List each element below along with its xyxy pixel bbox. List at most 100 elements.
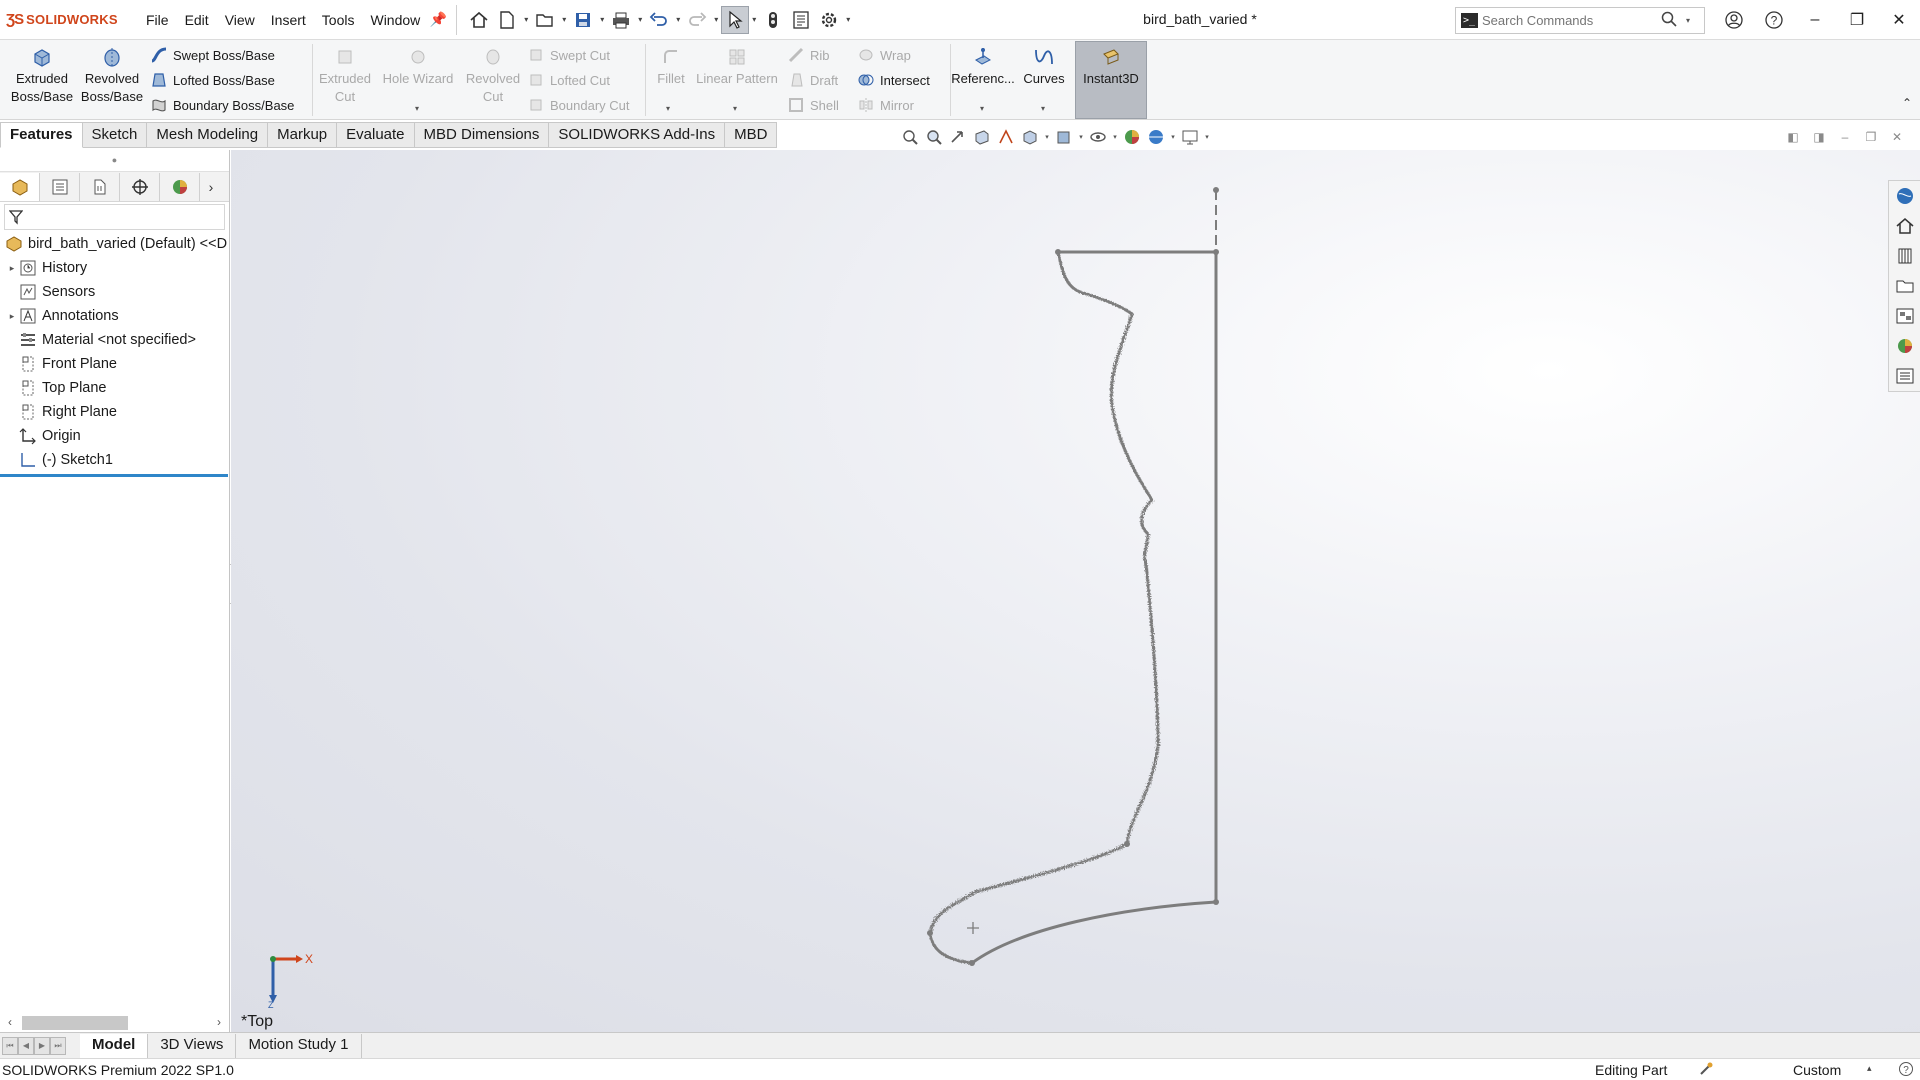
- tree-item-front-plane[interactable]: Front Plane: [0, 352, 229, 376]
- rib-button[interactable]: Rib: [785, 44, 830, 66]
- open-dropdown-icon[interactable]: ▾: [559, 15, 569, 24]
- user-account-icon[interactable]: [1714, 0, 1754, 40]
- swept-cut-button[interactable]: Swept Cut: [525, 44, 610, 66]
- sketch-point[interactable]: [969, 960, 975, 966]
- feature-manager-tab-icon[interactable]: [0, 172, 40, 201]
- viewport-restore-icon[interactable]: ❐: [1862, 128, 1880, 146]
- shell-button[interactable]: Shell: [785, 94, 839, 116]
- edit-appearance-icon[interactable]: [1120, 126, 1144, 148]
- units-dropdown-icon[interactable]: ▴: [1867, 1063, 1872, 1074]
- viewport-minimize-icon[interactable]: –: [1836, 128, 1854, 146]
- tree-rollback-bar[interactable]: [0, 474, 228, 477]
- sketch-point[interactable]: [1213, 899, 1219, 905]
- mirror-button[interactable]: Mirror: [855, 94, 914, 116]
- sketch-point[interactable]: [927, 930, 933, 936]
- tree-root-part[interactable]: bird_bath_varied (Default) <<D: [0, 232, 229, 256]
- apply-scene-icon[interactable]: [1144, 126, 1168, 148]
- hide-show-items-icon[interactable]: [1086, 126, 1110, 148]
- options-gear-icon[interactable]: [815, 6, 843, 34]
- menu-edit[interactable]: Edit: [177, 12, 217, 28]
- unit-system[interactable]: Custom: [1793, 1062, 1841, 1078]
- appearances-icon[interactable]: [1889, 331, 1920, 361]
- view-palette-icon[interactable]: [1889, 301, 1920, 331]
- options-dropdown-icon[interactable]: ▾: [843, 15, 853, 24]
- tab-mbd[interactable]: MBD: [725, 122, 778, 148]
- undo-dropdown-icon[interactable]: ▾: [673, 15, 683, 24]
- previous-view-icon[interactable]: [946, 126, 970, 148]
- expand-arrow-icon[interactable]: ▸: [6, 311, 18, 322]
- view-orientation-icon[interactable]: [1018, 126, 1042, 148]
- search-input[interactable]: [1482, 13, 1657, 28]
- menu-view[interactable]: View: [217, 12, 263, 28]
- search-dropdown-icon[interactable]: ▾: [1681, 16, 1695, 25]
- tab-mesh-modeling[interactable]: Mesh Modeling: [147, 122, 269, 148]
- property-manager-tab-icon[interactable]: [40, 172, 80, 201]
- tree-item-material[interactable]: Material <not specified>: [0, 328, 229, 352]
- custom-properties-icon[interactable]: [1889, 361, 1920, 391]
- zoom-to-fit-icon[interactable]: [898, 126, 922, 148]
- tree-item-annotations[interactable]: ▸ Annotations: [0, 304, 229, 328]
- lofted-boss-button[interactable]: Lofted Boss/Base: [148, 69, 275, 91]
- profile-straight-segments[interactable]: [971, 250, 1218, 965]
- search-icon[interactable]: [1657, 11, 1681, 30]
- undo-icon[interactable]: [645, 6, 673, 34]
- hole-wizard-dropdown-icon[interactable]: ▾: [415, 104, 419, 113]
- graphics-area[interactable]: X Z *Top: [231, 150, 1920, 1032]
- design-library-icon[interactable]: [1889, 241, 1920, 271]
- file-properties-icon[interactable]: [787, 6, 815, 34]
- file-explorer-icon[interactable]: [1889, 271, 1920, 301]
- tree-item-origin[interactable]: Origin: [0, 424, 229, 448]
- close-button[interactable]: ✕: [1878, 0, 1920, 40]
- boundary-boss-button[interactable]: Boundary Boss/Base: [148, 94, 294, 116]
- search-commands[interactable]: >_ ▾: [1455, 7, 1705, 34]
- tab-markup[interactable]: Markup: [268, 122, 338, 148]
- tab-solidworks-add-ins[interactable]: SOLIDWORKS Add-Ins: [549, 122, 726, 148]
- extruded-cut-button[interactable]: Extruded Cut: [313, 44, 377, 116]
- expand-arrow-icon[interactable]: ▸: [6, 263, 18, 274]
- open-folder-icon[interactable]: [531, 6, 559, 34]
- hide-show-dropdown-icon[interactable]: ▾: [1110, 133, 1120, 141]
- redo-dropdown-icon[interactable]: ▾: [711, 15, 721, 24]
- sketch-point[interactable]: [1124, 841, 1130, 847]
- viewport-tile-left-icon[interactable]: ◧: [1784, 128, 1802, 146]
- tab-evaluate[interactable]: Evaluate: [337, 122, 415, 148]
- tab-3d-views[interactable]: 3D Views: [148, 1033, 237, 1058]
- minimize-button[interactable]: –: [1794, 0, 1836, 40]
- revolved-cut-button[interactable]: Revolved Cut: [459, 44, 527, 116]
- viewport-close-icon[interactable]: ✕: [1888, 128, 1906, 146]
- print-icon[interactable]: [607, 6, 635, 34]
- linear-pattern-dropdown-icon[interactable]: ▾: [733, 104, 737, 113]
- scroll-track[interactable]: [20, 1014, 209, 1030]
- restore-button[interactable]: ❐: [1836, 0, 1878, 40]
- viewport-tile-right-icon[interactable]: ◨: [1810, 128, 1828, 146]
- tab-mbd-dimensions[interactable]: MBD Dimensions: [414, 122, 550, 148]
- tree-item-right-plane[interactable]: Right Plane: [0, 400, 229, 424]
- tree-horizontal-scrollbar[interactable]: ‹ ›: [0, 1012, 229, 1032]
- more-tabs-chevron-icon[interactable]: ›: [200, 179, 222, 195]
- display-manager-tab-icon[interactable]: [160, 172, 200, 201]
- pin-menu-icon[interactable]: 📌: [428, 11, 448, 28]
- quick-tips-icon[interactable]: ?: [1898, 1061, 1914, 1080]
- view-settings-dropdown-icon[interactable]: ▾: [1202, 133, 1212, 141]
- menu-tools[interactable]: Tools: [314, 12, 363, 28]
- tab-sketch[interactable]: Sketch: [82, 122, 148, 148]
- sketch1-profile[interactable]: [231, 150, 1920, 1032]
- reference-dropdown-icon[interactable]: ▾: [980, 104, 984, 113]
- solidworks-logo[interactable]: ƷS SOLIDWORKS: [0, 0, 138, 40]
- tree-item-sketch1[interactable]: (-) Sketch1: [0, 448, 229, 472]
- menu-window[interactable]: Window: [362, 12, 428, 28]
- select-dropdown-icon[interactable]: ▾: [749, 15, 759, 24]
- dimxpert-manager-tab-icon[interactable]: [120, 172, 160, 201]
- fillet-dropdown-icon[interactable]: ▾: [666, 104, 670, 113]
- new-dropdown-icon[interactable]: ▾: [521, 15, 531, 24]
- save-icon[interactable]: [569, 6, 597, 34]
- tab-features[interactable]: Features: [0, 122, 83, 148]
- extruded-boss-button[interactable]: Extruded Boss/Base: [6, 44, 78, 116]
- sketch-point[interactable]: [1055, 249, 1061, 255]
- view-settings-icon[interactable]: [1178, 126, 1202, 148]
- tree-item-sensors[interactable]: Sensors: [0, 280, 229, 304]
- save-dropdown-icon[interactable]: ▾: [597, 15, 607, 24]
- view-orientation-dropdown-icon[interactable]: ▾: [1042, 133, 1052, 141]
- fillet-button[interactable]: Fillet: [648, 44, 694, 116]
- redo-icon[interactable]: [683, 6, 711, 34]
